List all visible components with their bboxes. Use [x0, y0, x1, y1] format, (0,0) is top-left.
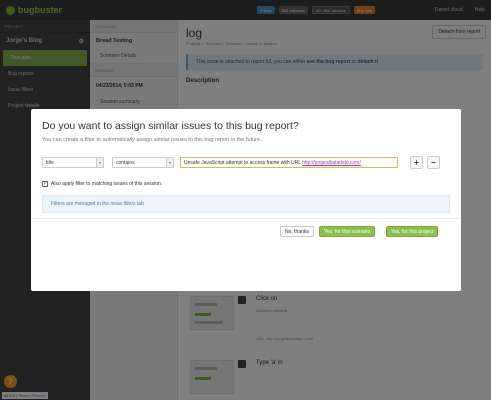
dialog-divider: [31, 218, 461, 219]
operator-select[interactable]: contains ▾: [112, 157, 174, 168]
no-thanks-button[interactable]: No, thanks: [280, 226, 314, 237]
apply-label: Also apply filter to matching issues of …: [51, 181, 163, 187]
dialog-title: Do you want to assign similar issues to …: [42, 120, 299, 132]
assign-issues-dialog: Do you want to assign similar issues to …: [31, 109, 461, 291]
chevron-down-icon: ▾: [96, 158, 103, 167]
apply-to-session[interactable]: ✓ Also apply filter to matching issues o…: [42, 181, 162, 187]
dialog-lead: You can create a filter to automatically…: [42, 137, 262, 143]
filters-note: Filters are managed in the issue filters…: [42, 195, 450, 213]
yes-scenario-button[interactable]: Yes, for this scenario: [319, 226, 376, 237]
apply-checkbox[interactable]: ✓: [42, 181, 48, 187]
remove-filter-button[interactable]: −: [427, 156, 440, 169]
yes-project-button[interactable]: Yes, for this project: [386, 226, 439, 237]
field-select[interactable]: title ▾: [42, 157, 104, 168]
filter-row: title ▾ contains ▾ Unsafe JavaScript att…: [42, 156, 450, 170]
issue-filters-link[interactable]: issue filters: [110, 201, 135, 207]
add-filter-button[interactable]: +: [410, 156, 423, 169]
chevron-down-icon: ▾: [166, 158, 173, 167]
filter-value-input[interactable]: Unsafe JavaScript attempt to access fram…: [180, 157, 398, 168]
